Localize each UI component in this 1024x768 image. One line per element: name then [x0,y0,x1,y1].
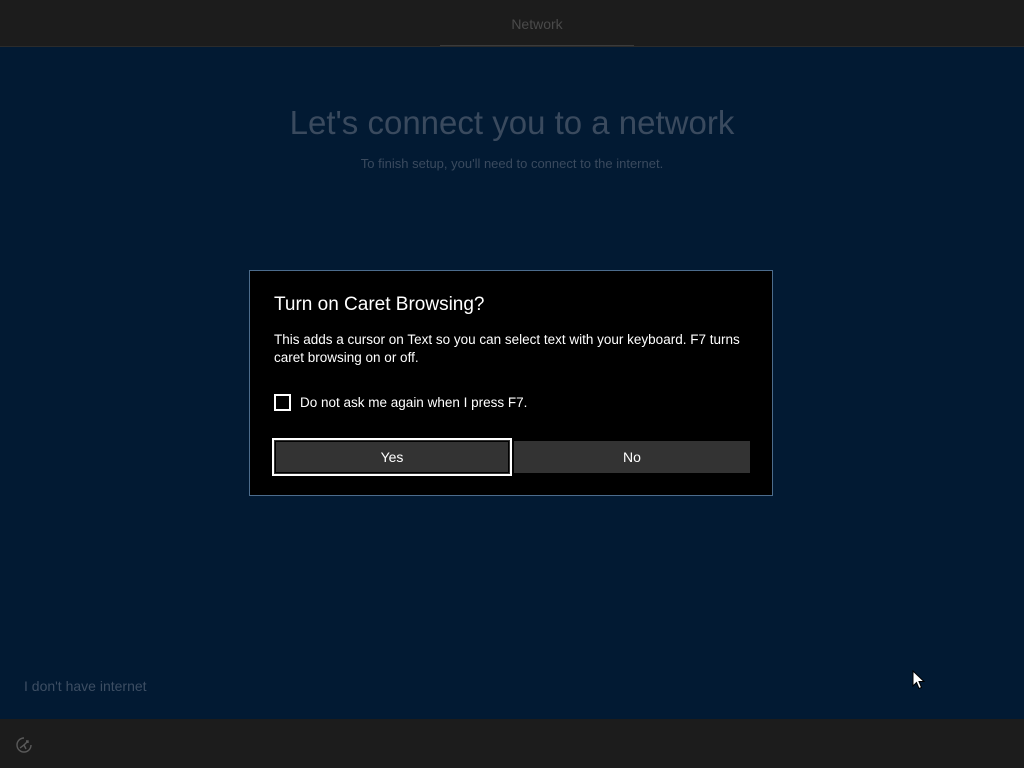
bottom-bar [0,719,1024,768]
caret-browsing-dialog: Turn on Caret Browsing? This adds a curs… [249,270,773,496]
no-button[interactable]: No [514,441,750,473]
dialog-title: Turn on Caret Browsing? [274,294,485,315]
mouse-pointer-icon [912,669,926,690]
tab-network: Network [511,16,563,32]
dont-ask-again-label: Do not ask me again when I press F7. [300,394,528,410]
no-internet-link[interactable]: I don't have internet [24,678,147,694]
dont-ask-again-row[interactable]: Do not ask me again when I press F7. [274,391,527,413]
dont-ask-again-checkbox[interactable] [274,393,291,411]
yes-button[interactable]: Yes [272,438,512,476]
top-bar: Network [0,0,1024,47]
page-title: Let's connect you to a network [289,104,735,141]
page-subtitle: To finish setup, you'll need to connect … [360,156,664,171]
dialog-message: This adds a cursor on Text so you can se… [274,332,740,365]
header-divider [0,46,1024,47]
accessibility-icon[interactable] [14,735,34,755]
